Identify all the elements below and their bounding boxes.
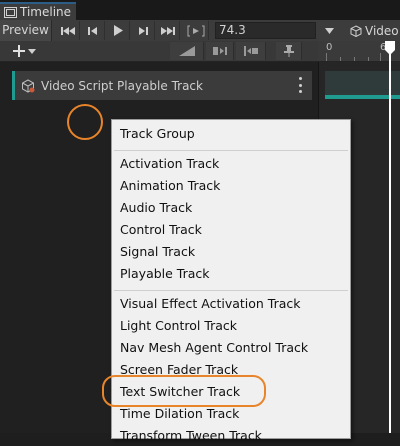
menu-separator — [114, 150, 348, 151]
play-icon — [113, 25, 123, 36]
window-title-bar: Timeline — [0, 0, 400, 20]
ruler-tick — [380, 53, 381, 61]
ruler-tick — [368, 57, 369, 61]
ruler-tick — [354, 57, 355, 61]
next-frame-button[interactable] — [131, 21, 155, 40]
ruler-tick — [326, 53, 327, 61]
play-range-icon — [187, 25, 204, 36]
track-toolbar — [0, 41, 318, 62]
menu-item-nav-mesh-agent-control-track[interactable]: Nav Mesh Agent Control Track — [120, 338, 308, 358]
window-title: Timeline — [20, 4, 72, 19]
track-options-button[interactable] — [298, 77, 302, 93]
pin-button[interactable] — [276, 42, 302, 60]
menu-item-transform-tween-track[interactable]: Transform Tween Track — [120, 426, 262, 446]
timeline-tab[interactable]: Timeline — [0, 2, 76, 20]
ruler-tick — [340, 57, 341, 61]
prev-frame-button[interactable] — [81, 21, 105, 40]
mix-mode-icon — [178, 46, 195, 56]
kebab-dot-icon — [298, 77, 302, 80]
menu-separator — [114, 290, 348, 291]
last-frame-button[interactable] — [156, 21, 180, 40]
menu-item-track-group[interactable]: Track Group — [120, 124, 195, 144]
replace-mode-icon — [243, 46, 258, 56]
next-frame-icon — [138, 26, 148, 35]
menu-item-audio-track[interactable]: Audio Track — [120, 198, 192, 218]
timeline-asset-selector[interactable]: Video — [350, 20, 399, 41]
chevron-down-icon — [28, 48, 36, 54]
annotation-highlight-box — [102, 375, 266, 407]
menu-item-playable-track[interactable]: Playable Track — [120, 264, 210, 284]
preview-button[interactable]: Preview — [0, 20, 52, 41]
timeline-asset-name: Video — [365, 23, 399, 38]
ripple-mode-button[interactable] — [206, 42, 234, 60]
track-header-video-script-playable[interactable]: Video Script Playable Track — [12, 71, 312, 100]
clip-edit-mode-button[interactable] — [170, 42, 204, 60]
menu-item-activation-track[interactable]: Activation Track — [120, 154, 219, 174]
ruler-label: 0 — [326, 42, 333, 53]
plus-icon — [13, 45, 25, 57]
kebab-dot-icon — [298, 83, 302, 87]
prev-frame-icon — [87, 26, 97, 35]
add-track-button[interactable] — [12, 41, 48, 61]
timeline-toolbar: Preview 74.3 Video — [0, 20, 400, 41]
chevron-down-icon — [324, 27, 334, 34]
playhead-line[interactable] — [389, 41, 391, 433]
menu-item-visual-effect-activation-track[interactable]: Visual Effect Activation Track — [120, 294, 301, 314]
kebab-dot-icon — [298, 90, 302, 93]
menu-item-light-control-track[interactable]: Light Control Track — [120, 316, 237, 336]
playable-track-icon — [22, 78, 35, 93]
current-frame-field[interactable]: 74.3 — [215, 22, 316, 39]
last-frame-icon — [160, 26, 175, 35]
playhead-handle-icon[interactable] — [385, 41, 395, 55]
annotation-circle — [67, 104, 103, 140]
menu-item-time-dilation-track[interactable]: Time Dilation Track — [120, 404, 239, 424]
film-icon — [4, 6, 17, 18]
menu-item-animation-track[interactable]: Animation Track — [120, 176, 220, 196]
cube-icon — [350, 24, 362, 37]
asset-dropdown[interactable] — [322, 22, 336, 39]
menu-item-control-track[interactable]: Control Track — [120, 220, 202, 240]
replace-mode-button[interactable] — [236, 42, 266, 60]
first-frame-icon — [60, 26, 75, 35]
first-frame-button[interactable] — [56, 21, 80, 40]
track-name: Video Script Playable Track — [41, 78, 203, 93]
menu-item-signal-track[interactable]: Signal Track — [120, 242, 195, 262]
play-range-button[interactable] — [183, 21, 209, 40]
play-button[interactable] — [106, 21, 130, 40]
ripple-mode-icon — [212, 47, 227, 55]
pin-icon — [283, 45, 294, 57]
